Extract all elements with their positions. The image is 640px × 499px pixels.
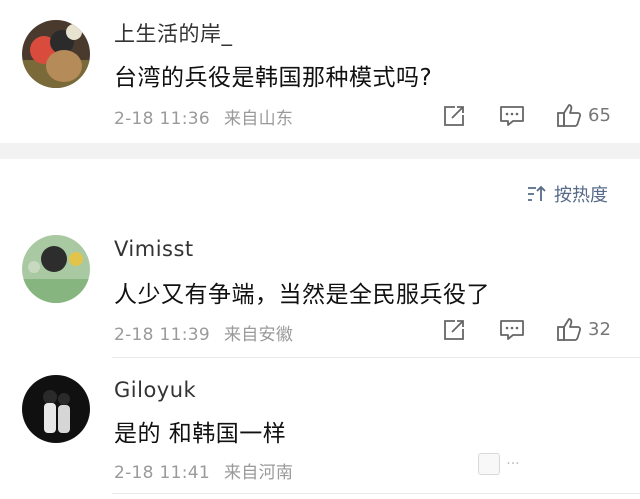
comments-section: 按热度 Vimisst 人少又有争端，当然是全民服兵役了 2-18 11:39 来… [0, 159, 640, 499]
comment-content: 人少又有争端，当然是全民服兵役了 [114, 282, 490, 308]
like-icon [557, 318, 582, 341]
post-content: 台湾的兵役是韩国那种模式吗? [114, 65, 433, 91]
share-button[interactable] [442, 318, 466, 342]
like-count: 65 [588, 104, 611, 126]
share-icon [444, 320, 464, 340]
username[interactable]: 上生活的岸_ [114, 18, 233, 48]
divider [112, 357, 640, 358]
comment-content: 是的 和韩国一样 [114, 421, 287, 447]
avatar-image [22, 20, 90, 88]
comment-meta: 2-18 11:39 来自安徽 [114, 320, 307, 345]
location: 来自山东 [223, 109, 294, 129]
avatar[interactable] [22, 20, 90, 88]
avatar-image [22, 235, 90, 303]
location: 来自河南 [223, 463, 294, 483]
watermark-logo-icon [478, 453, 500, 475]
username[interactable]: Giloyuk [114, 378, 196, 402]
username[interactable]: Vimisst [114, 237, 194, 261]
like-button[interactable]: 32 [556, 316, 611, 342]
timestamp: 2-18 11:36 [114, 109, 210, 129]
timestamp: 2-18 11:39 [114, 325, 210, 345]
avatar[interactable] [22, 235, 90, 303]
location: 来自安徽 [223, 325, 294, 345]
watermark: ··· [478, 453, 519, 475]
avatar-image [22, 375, 90, 443]
divider [112, 493, 640, 494]
original-post: 上生活的岸_ 台湾的兵役是韩国那种模式吗? 2-18 11:36 来自山东 65 [0, 0, 640, 143]
timestamp: 2-18 11:41 [114, 463, 210, 483]
avatar[interactable] [22, 375, 90, 443]
comment-meta: 2-18 11:41 来自河南 [114, 458, 307, 483]
post-meta: 2-18 11:36 来自山东 [114, 104, 307, 129]
comment-button[interactable] [499, 318, 525, 342]
watermark-text: ··· [506, 456, 520, 472]
share-icon [444, 106, 464, 126]
comment-button[interactable] [499, 104, 525, 128]
like-button[interactable]: 65 [556, 102, 611, 128]
sort-label: 按热度 [554, 185, 608, 206]
section-separator [0, 143, 640, 159]
comment-icon [500, 106, 524, 126]
share-button[interactable] [442, 104, 466, 128]
like-count: 32 [588, 318, 611, 340]
comment-icon [500, 320, 524, 340]
like-icon [557, 104, 582, 127]
sort-by-hot-button[interactable]: 按热度 [526, 181, 608, 207]
sort-icon [528, 185, 546, 201]
